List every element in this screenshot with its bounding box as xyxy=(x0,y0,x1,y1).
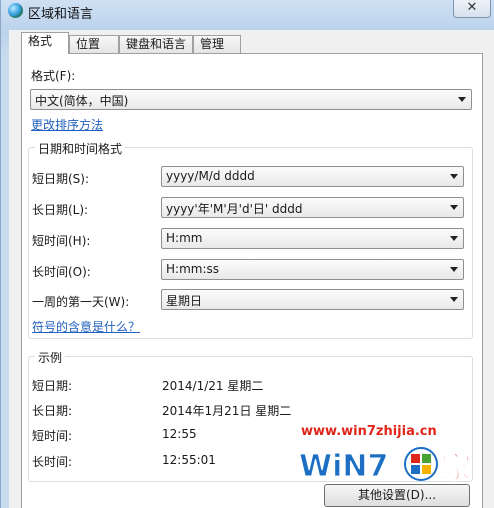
windows-flag-icon xyxy=(404,447,438,481)
chevron-down-icon xyxy=(450,174,458,179)
chevron-down-icon xyxy=(458,97,466,102)
long-time-dropdown[interactable]: H:mm:ss xyxy=(161,259,464,280)
short-time-label: 短时间(H): xyxy=(32,234,91,248)
long-date-dropdown[interactable]: yyyy'年'M'月'd'日' dddd xyxy=(161,197,464,218)
site-watermark: www.win7zhijia.cn WiN7 家 xyxy=(297,424,487,486)
example-long-date-value: 2014年1月21日 星期二 xyxy=(162,404,292,418)
additional-settings-button[interactable]: 其他设置(D)... xyxy=(324,484,470,507)
short-date-dropdown[interactable]: yyyy/M/d dddd xyxy=(161,166,464,187)
examples-title: 示例 xyxy=(35,349,66,366)
close-icon: ✕ xyxy=(466,0,478,15)
short-date-label: 短日期(S): xyxy=(32,172,90,186)
short-date-value: yyyy/M/d dddd xyxy=(166,169,255,183)
tab-location[interactable]: 位置 xyxy=(69,35,119,53)
chevron-down-icon xyxy=(450,267,458,272)
tab-administrative-label: 管理 xyxy=(200,37,225,51)
example-short-date-label: 短日期: xyxy=(32,379,73,393)
format-dropdown-value: 中文(简体，中国) xyxy=(35,94,129,108)
watermark-logo-char: 家 xyxy=(441,451,471,486)
title-bar[interactable]: 区域和语言 ✕ xyxy=(1,0,494,22)
example-short-time-value: 12:55 xyxy=(162,427,197,441)
tab-keyboards-languages-label: 键盘和语言 xyxy=(126,37,187,51)
tab-administrative[interactable]: 管理 xyxy=(193,35,241,53)
format-label: 格式(F): xyxy=(31,69,76,83)
watermark-url: www.win7zhijia.cn xyxy=(301,424,437,439)
tab-keyboards-languages[interactable]: 键盘和语言 xyxy=(119,35,193,53)
additional-settings-label: 其他设置(D)... xyxy=(357,488,437,502)
change-sorting-link[interactable]: 更改排序方法 xyxy=(31,116,103,133)
example-long-date-label: 长日期: xyxy=(32,404,73,418)
tab-formats[interactable]: 格式 xyxy=(21,32,69,54)
notation-meaning-link[interactable]: 符号的含意是什么？ xyxy=(32,318,140,335)
long-date-label: 长日期(L): xyxy=(32,203,89,217)
example-long-time-label: 长时间: xyxy=(32,455,73,469)
tab-formats-label: 格式 xyxy=(28,34,53,48)
datetime-formats-title: 日期和时间格式 xyxy=(35,140,126,157)
example-long-time-value: 12:55:01 xyxy=(162,453,216,467)
format-dropdown[interactable]: 中文(简体，中国) xyxy=(30,89,472,110)
first-day-of-week-value: 星期日 xyxy=(166,294,203,308)
first-day-of-week-label: 一周的第一天(W): xyxy=(32,295,130,309)
watermark-logo-text: WiN7 xyxy=(299,449,388,484)
tab-location-label: 位置 xyxy=(76,37,101,51)
long-time-value: H:mm:ss xyxy=(166,262,219,276)
chevron-down-icon xyxy=(450,236,458,241)
chevron-down-icon xyxy=(450,205,458,210)
region-language-window: 区域和语言 ✕ 格式 位置 键盘和语言 管理 格式(F): 中文(简体，中国) xyxy=(0,0,494,508)
window-title: 区域和语言 xyxy=(28,7,94,22)
globe-icon xyxy=(8,3,23,18)
example-short-date-value: 2014/1/21 星期二 xyxy=(162,379,264,393)
long-time-label: 长时间(O): xyxy=(32,265,91,279)
watermark-logo: WiN7 家 xyxy=(299,447,472,486)
example-short-time-label: 短时间: xyxy=(32,429,73,443)
short-time-value: H:mm xyxy=(166,231,203,245)
short-time-dropdown[interactable]: H:mm xyxy=(161,228,464,249)
first-day-of-week-dropdown[interactable]: 星期日 xyxy=(161,289,464,310)
datetime-formats-group: 日期和时间格式 短日期(S): yyyy/M/d dddd 长日期(L): yy… xyxy=(28,140,473,339)
long-date-value: yyyy'年'M'月'd'日' dddd xyxy=(166,202,303,216)
chevron-down-icon xyxy=(450,297,458,302)
close-button[interactable]: ✕ xyxy=(453,0,491,18)
